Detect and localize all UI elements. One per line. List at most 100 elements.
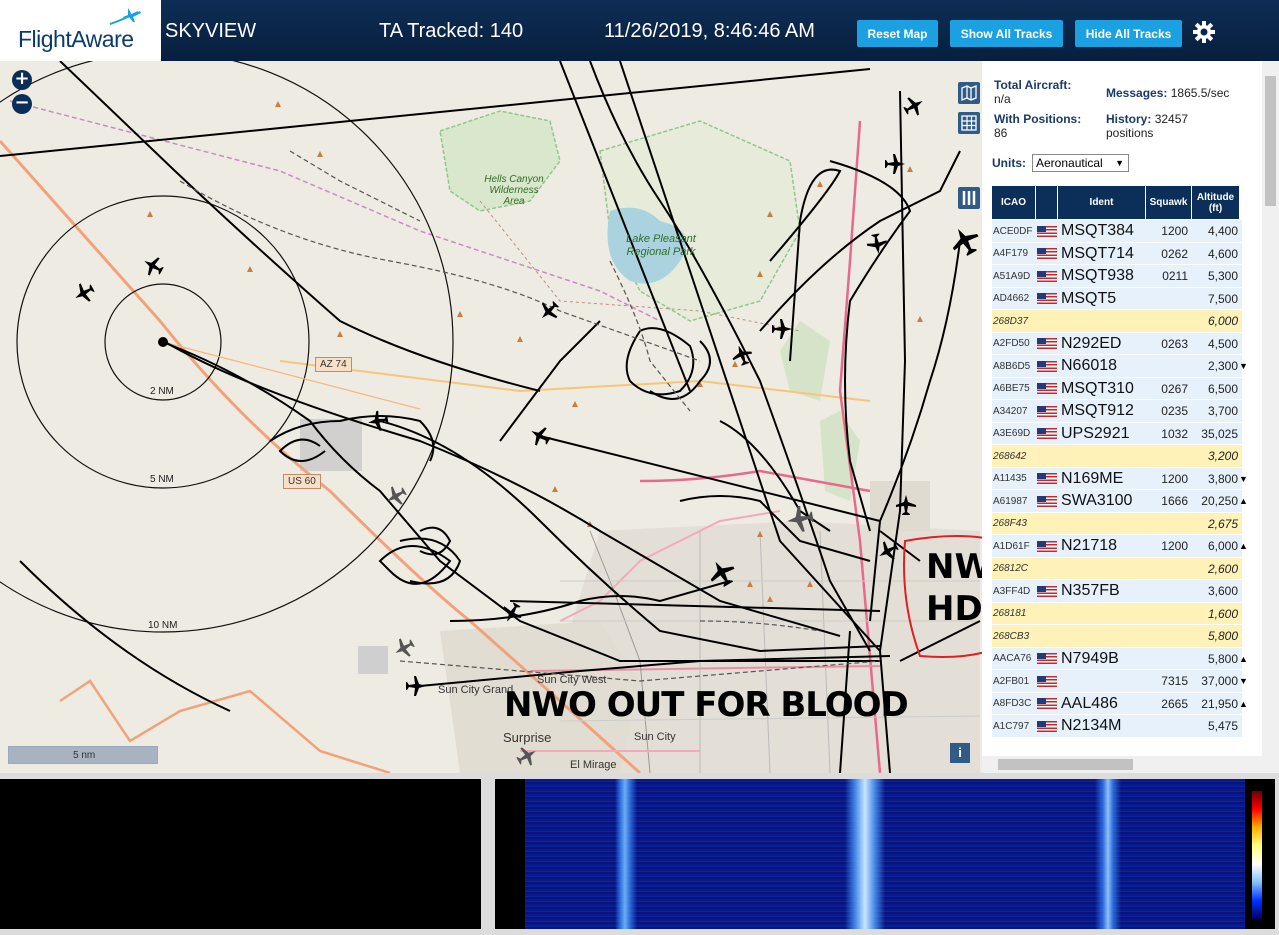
row-altitude: 7,500 xyxy=(1207,291,1238,306)
table-row[interactable]: A1C797 N2134M 5,475 xyxy=(992,715,1242,738)
show-all-tracks-button[interactable]: Show All Tracks xyxy=(950,20,1063,47)
row-altitude: 35,025 xyxy=(1201,426,1238,441)
table-row[interactable]: A4F179 MSQT714 0262 4,600 xyxy=(992,242,1242,265)
col-squawk[interactable]: Squawk xyxy=(1146,186,1192,219)
vertical-rate-icon: ▲ xyxy=(1239,541,1248,551)
scale-label: 5 nm xyxy=(73,750,96,761)
table-row[interactable]: A34207 MSQT912 0235 3,700 xyxy=(992,400,1242,423)
row-icao: AD4662 xyxy=(993,293,1030,304)
table-row[interactable]: 268642 3,200 xyxy=(992,445,1242,468)
table-row[interactable]: A2FB01 7315 37,000 ▼ xyxy=(992,670,1248,693)
reset-map-button[interactable]: Reset Map xyxy=(857,20,938,47)
with-positions: With Positions: 86 xyxy=(994,112,1081,140)
units-select[interactable]: Aeronautical ▼ xyxy=(1032,154,1129,172)
table-row[interactable]: A3E69D UPS2921 1032 35,025 xyxy=(992,422,1242,445)
vertical-rate-icon xyxy=(1239,265,1249,287)
map-view[interactable]: 2 NM 5 NM 10 NM Hells Canyon Wilderness … xyxy=(0,61,982,773)
zoom-out-button[interactable]: − xyxy=(12,94,32,114)
table-row[interactable]: A2FD50 N292ED 0263 4,500 xyxy=(992,332,1242,355)
row-squawk xyxy=(1146,580,1188,602)
row-squawk: 0262 xyxy=(1161,246,1188,261)
flag-icon xyxy=(1037,400,1059,422)
info-button[interactable]: i xyxy=(950,743,970,763)
row-squawk: 1666 xyxy=(1161,494,1188,508)
table-row[interactable]: 26812C 2,600 xyxy=(992,557,1242,580)
col-flag[interactable] xyxy=(1036,186,1058,219)
scroll-thumb[interactable] xyxy=(1265,76,1276,206)
row-altitude: 3,800 xyxy=(1207,471,1238,486)
row-ident: N66018 xyxy=(1061,357,1118,374)
scale-bar: 5 nm xyxy=(8,746,158,764)
panel-vertical-scrollbar[interactable] xyxy=(1262,61,1279,773)
table-row[interactable]: A61987 SWA3100 1666 20,250 ▲ xyxy=(992,490,1248,513)
table-row[interactable]: A1D61F N21718 1200 6,000 ▲ xyxy=(992,535,1248,558)
table-row[interactable]: A11435 N169ME 1200 3,800 ▼ xyxy=(992,467,1248,490)
table-row[interactable]: 268181 1,600 xyxy=(992,602,1242,625)
col-altitude[interactable]: Altitude (ft) xyxy=(1192,186,1240,219)
flightaware-logo[interactable]: FlightAware xyxy=(0,0,161,61)
table-row[interactable]: 268D37 6,000 xyxy=(992,310,1242,333)
grid-icon xyxy=(961,115,977,131)
vertical-rate-icon: ▼ xyxy=(1239,361,1248,371)
vertical-rate-icon: ▼ xyxy=(1239,473,1248,484)
columns-toggle-button[interactable] xyxy=(958,187,980,209)
row-altitude: 6,000 xyxy=(1207,539,1238,553)
table-row[interactable]: A6BE75 MSQT310 0267 6,500 xyxy=(992,377,1242,400)
map-layers-button[interactable] xyxy=(958,82,980,104)
row-ident: MSQT5 xyxy=(1061,289,1117,307)
scroll-thumb[interactable] xyxy=(998,759,1133,770)
table-row[interactable]: A3FF4D N357FB 3,600 xyxy=(992,580,1242,603)
flag-icon xyxy=(1037,333,1059,355)
gear-icon[interactable] xyxy=(1190,18,1218,46)
flag-icon xyxy=(1037,580,1059,602)
col-ident[interactable]: Ident xyxy=(1058,186,1146,219)
row-altitude: 4,600 xyxy=(1207,246,1238,261)
map-icon xyxy=(961,85,977,101)
vertical-rate-icon xyxy=(1239,423,1249,445)
flag-icon xyxy=(1037,693,1059,715)
place-hells-canyon: Hells Canyon Wilderness Area xyxy=(484,174,544,207)
bottom-spectrum-area xyxy=(0,773,1279,935)
row-squawk xyxy=(1146,288,1188,310)
table-row[interactable]: 268F43 2,675 xyxy=(992,512,1242,535)
flag-icon xyxy=(1037,423,1059,445)
table-row[interactable]: A51A9D MSQT938 0211 5,300 xyxy=(992,265,1242,288)
chevron-down-icon: ▼ xyxy=(1115,158,1124,168)
row-icao: 268181 xyxy=(993,608,1027,619)
road-shield-az74: AZ 74 xyxy=(315,357,352,372)
row-squawk: 0267 xyxy=(1161,381,1188,396)
row-altitude: 5,800 xyxy=(1207,651,1238,666)
table-row[interactable]: ACE0DF MSQT384 1200 4,400 xyxy=(992,220,1242,243)
vertical-rate-icon xyxy=(1239,400,1249,422)
zoom-in-button[interactable]: + xyxy=(12,70,32,90)
annotation-hdq: HDQ xyxy=(926,589,982,629)
place-el-mirage: El Mirage xyxy=(570,759,617,771)
row-squawk xyxy=(1146,648,1188,670)
total-aircraft: Total Aircraft: n/a xyxy=(994,78,1071,106)
flag-icon xyxy=(1037,220,1059,242)
grid-button[interactable] xyxy=(958,112,980,134)
hide-all-tracks-button[interactable]: Hide All Tracks xyxy=(1075,20,1182,47)
table-row[interactable]: AD4662 MSQT5 7,500 xyxy=(992,287,1242,310)
row-ident: MSQT714 xyxy=(1061,244,1134,262)
table-row[interactable]: A8FD3C AAL486 2665 21,950 ▲ xyxy=(992,692,1248,715)
table-row[interactable]: 268CB3 5,800 xyxy=(992,625,1242,648)
row-icao: 268D37 xyxy=(993,315,1029,327)
row-icao: A1D61F xyxy=(993,540,1030,552)
row-ident: N21718 xyxy=(1061,537,1118,554)
road-shield-us60: US 60 xyxy=(283,474,321,489)
vertical-rate-icon xyxy=(1239,625,1249,647)
vertical-rate-icon: ▲ xyxy=(1239,653,1248,664)
clock: 11/26/2019, 8:46:46 AM xyxy=(604,20,815,42)
place-lake-pleasant: Lake Pleasant Regional Park xyxy=(626,233,696,258)
vertical-rate-icon xyxy=(1239,445,1249,467)
row-squawk xyxy=(1146,310,1188,332)
col-icao[interactable]: ICAO xyxy=(992,186,1036,219)
messages-rate: Messages: 1865.5/sec xyxy=(1106,86,1229,100)
place-sun-city: Sun City xyxy=(634,731,676,743)
table-row[interactable]: A8B6D5 N66018 2,300 ▼ xyxy=(992,355,1248,378)
vertical-rate-icon: ▲ xyxy=(1239,496,1248,506)
row-icao: A61987 xyxy=(993,495,1028,507)
panel-horizontal-scrollbar[interactable] xyxy=(982,756,1262,773)
table-row[interactable]: AACA76 N7949B 5,800 ▲ xyxy=(992,647,1248,670)
